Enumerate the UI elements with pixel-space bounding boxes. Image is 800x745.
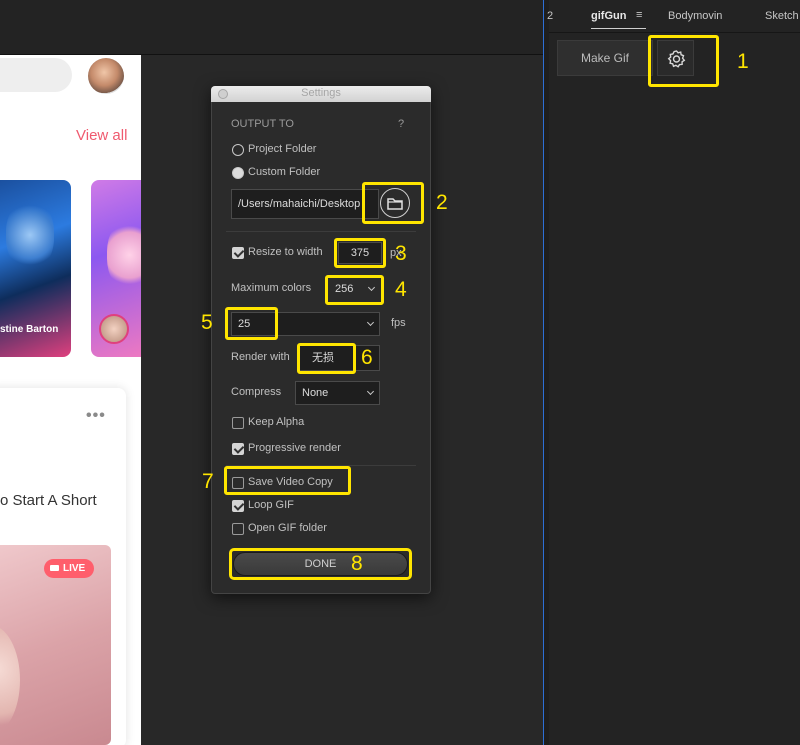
story-name: stine Barton	[0, 324, 59, 335]
compress-value: None	[302, 387, 329, 399]
more-options-icon[interactable]: •••	[86, 407, 106, 425]
project-folder-label: Project Folder	[248, 143, 317, 155]
canvas-border	[543, 0, 544, 745]
tab-previous[interactable]: 2	[547, 10, 553, 22]
output-to-heading: OUTPUT TO	[231, 118, 294, 130]
help-button[interactable]: ?	[398, 118, 404, 130]
feed-search-bar[interactable]	[0, 58, 72, 92]
dialog-title: Settings	[301, 87, 341, 99]
live-badge: LIVE	[44, 559, 94, 578]
keep-alpha-checkbox[interactable]	[232, 417, 244, 429]
loop-gif-checkbox[interactable]	[232, 500, 244, 512]
save-video-copy-checkbox[interactable]	[232, 477, 244, 489]
progressive-render-checkbox[interactable]	[232, 443, 244, 455]
fps-unit: fps	[391, 317, 406, 329]
highlight-box	[648, 35, 719, 87]
story-photo	[6, 200, 54, 270]
host-toolbar	[0, 0, 543, 55]
open-gif-folder-checkbox[interactable]	[232, 523, 244, 535]
tab-sketch[interactable]: Sketch	[765, 10, 799, 22]
max-colors-value: 256	[335, 283, 354, 295]
resize-width-input[interactable]: 375	[338, 242, 382, 264]
post-text: o Start A Short	[0, 492, 97, 509]
annotation-number: 1	[737, 50, 749, 73]
resize-checkbox[interactable]	[232, 247, 244, 259]
open-gif-folder-label: Open GIF folder	[248, 522, 327, 534]
loop-gif-label: Loop GIF	[248, 499, 294, 511]
output-path-field[interactable]: /Users/mahaichi/Desktop	[231, 189, 379, 219]
divider	[226, 231, 416, 232]
tab-bodymovin[interactable]: Bodymovin	[668, 10, 722, 22]
make-gif-button[interactable]: Make Gif	[557, 40, 653, 76]
story-card[interactable]: stine Barton	[0, 180, 71, 357]
chevron-down-icon	[366, 318, 375, 327]
annotation-number: 7	[202, 470, 214, 493]
live-badge-label: LIVE	[63, 563, 86, 574]
max-colors-select[interactable]: 256	[329, 279, 380, 301]
custom-folder-label: Custom Folder	[248, 166, 321, 178]
annotation-number: 4	[395, 278, 407, 301]
screen: View all stine Barton ••• o Start A Shor…	[0, 0, 800, 745]
active-tab-indicator	[591, 28, 646, 29]
post-photo-subject	[0, 625, 20, 735]
chevron-down-icon	[366, 387, 375, 396]
keep-alpha-label: Keep Alpha	[248, 416, 305, 428]
settings-dialog	[211, 86, 431, 594]
annotation-number: 2	[436, 191, 448, 214]
extension-panel	[549, 0, 800, 745]
annotation-number: 6	[361, 346, 373, 369]
story-card[interactable]	[91, 180, 141, 357]
custom-folder-radio[interactable]	[232, 167, 244, 179]
annotation-number: 3	[395, 242, 407, 265]
folder-icon	[387, 198, 403, 210]
annotation-number: 8	[351, 552, 363, 575]
story-avatar	[99, 314, 129, 344]
resize-label: Resize to width	[248, 246, 323, 258]
browse-folder-button[interactable]	[380, 188, 410, 218]
project-folder-radio[interactable]	[232, 144, 244, 156]
tab-gifgun[interactable]: gifGun	[591, 10, 626, 22]
done-button[interactable]: DONE	[233, 552, 408, 576]
view-all-link[interactable]: View all	[76, 127, 127, 144]
max-colors-label: Maximum colors	[231, 282, 312, 294]
highlight-box	[225, 307, 278, 340]
highlight-box	[297, 343, 356, 374]
render-with-label: Render with	[231, 351, 290, 363]
progressive-render-label: Progressive render	[248, 442, 341, 454]
save-video-copy-label: Save Video Copy	[248, 476, 333, 488]
phone-content: View all stine Barton ••• o Start A Shor…	[0, 55, 141, 745]
profile-avatar[interactable]	[88, 58, 124, 94]
compress-select[interactable]: None	[295, 381, 380, 405]
video-camera-icon	[50, 565, 59, 572]
compress-label: Compress	[231, 386, 282, 398]
chevron-down-icon	[367, 283, 376, 292]
annotation-number: 5	[201, 311, 213, 334]
panel-menu-icon[interactable]: ≡	[636, 9, 642, 21]
story-photo	[107, 220, 141, 290]
